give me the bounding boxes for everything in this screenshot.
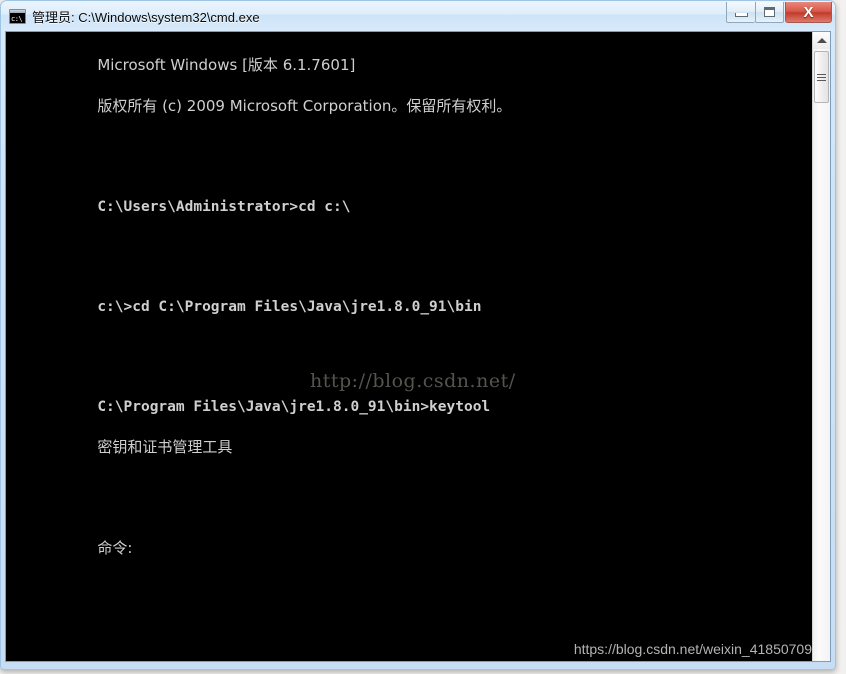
close-button[interactable]: X: [785, 2, 832, 23]
tool-title: 密钥和证书管理工具: [97, 438, 233, 456]
command-row: -certreq生成证书请求: [10, 659, 812, 661]
vertical-scrollbar[interactable]: [812, 32, 830, 661]
cmd-icon-text: c:\: [11, 14, 23, 23]
maximize-button[interactable]: [755, 2, 784, 23]
window-controls: X: [726, 2, 832, 24]
window-title: 管理员: C:\Windows\system32\cmd.exe: [32, 9, 260, 25]
commands-heading: 命令:: [97, 539, 133, 557]
minimize-button[interactable]: [726, 2, 755, 23]
terminal-prompt-line: C:\Users\Administrator>cd c:\: [97, 199, 351, 215]
terminal-output[interactable]: Microsoft Windows [版本 6.1.7601] 版权所有 (c)…: [6, 32, 812, 661]
terminal-prompt-line: C:\Program Files\Java\jre1.8.0_91\bin>ke…: [97, 399, 491, 415]
scroll-up-button[interactable]: [813, 32, 830, 49]
screen: c:\ 管理员: C:\Windows\system32\cmd.exe X M…: [0, 0, 846, 674]
terminal-prompt-line: c:\>cd C:\Program Files\Java\jre1.8.0_91…: [97, 299, 482, 315]
command-option: -certreq: [10, 660, 218, 661]
terminal-text: Microsoft Windows [版本 6.1.7601] 版权所有 (c)…: [10, 35, 812, 661]
maximize-icon: [764, 7, 775, 17]
title-bar[interactable]: c:\ 管理员: C:\Windows\system32\cmd.exe X: [1, 1, 835, 31]
scrollbar-grip-icon: [817, 72, 826, 83]
command-description: 生成证书请求: [218, 660, 308, 661]
console-area: Microsoft Windows [版本 6.1.7601] 版权所有 (c)…: [5, 31, 831, 662]
scroll-up-arrow-icon: [816, 38, 827, 43]
terminal-line: 版权所有 (c) 2009 Microsoft Corporation。保留所有…: [97, 97, 512, 115]
scrollbar-thumb[interactable]: [814, 51, 829, 103]
close-icon: X: [803, 3, 814, 21]
command-list: -certreq生成证书请求 -changealias更改条目的别名 -dele…: [10, 659, 812, 661]
cmd-window: c:\ 管理员: C:\Windows\system32\cmd.exe X M…: [0, 0, 836, 670]
cmd-console-icon: c:\: [9, 8, 26, 24]
terminal-line: Microsoft Windows [版本 6.1.7601]: [97, 56, 356, 74]
minimize-icon: [734, 12, 748, 17]
